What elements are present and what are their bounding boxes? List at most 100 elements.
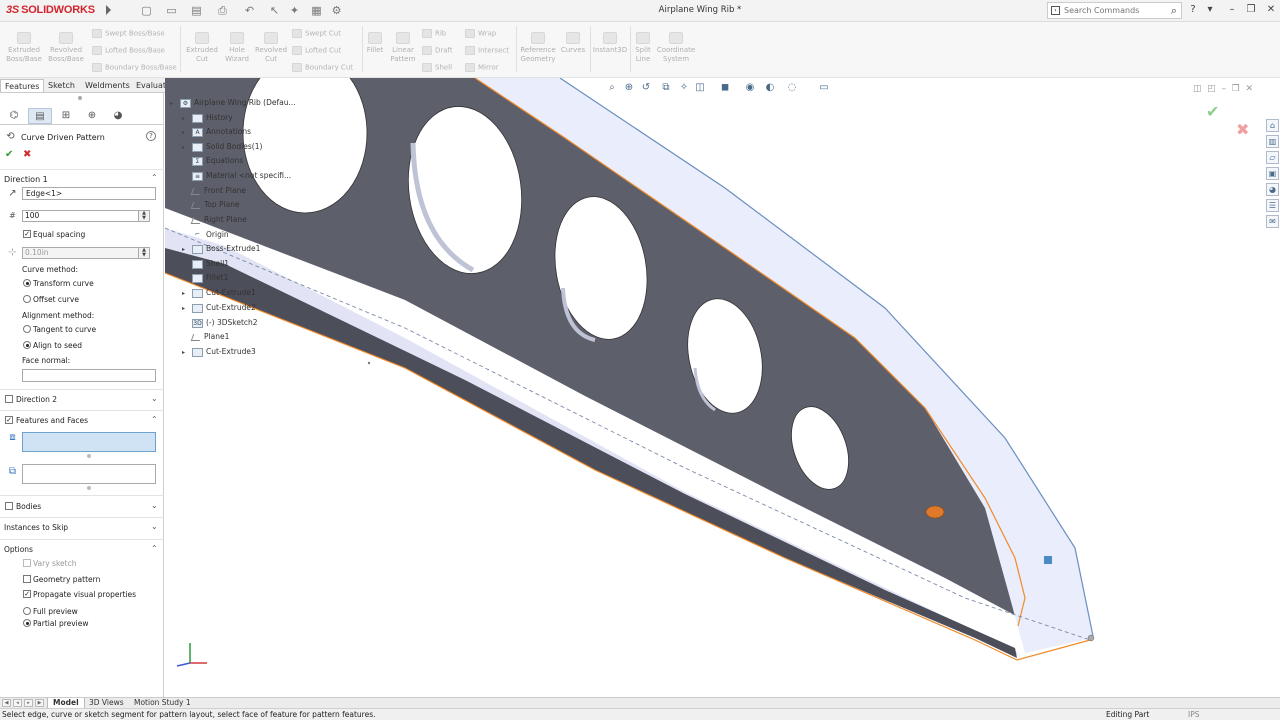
mirror-button[interactable]: Mirror (465, 63, 499, 72)
draft-button[interactable]: Draft (422, 46, 453, 55)
shell-button[interactable]: Shell (422, 63, 452, 72)
instances-field[interactable]: 100 (22, 210, 150, 222)
extruded-boss-button[interactable]: Extruded Boss/Base (6, 32, 42, 63)
tab-weldments[interactable]: Weldments (81, 79, 134, 92)
partial-preview-radio[interactable] (23, 619, 31, 627)
spacing-spinner[interactable]: ▲ ▼ (138, 247, 150, 259)
view-palette-icon[interactable]: ▣ (1266, 167, 1279, 180)
tree-root[interactable]: ▸ ⚙ Airplane Wing Rib (Defau... (170, 98, 296, 108)
open-file-icon[interactable]: ▭ (165, 4, 178, 17)
align-to-seed-radio[interactable] (23, 341, 31, 349)
collapse-caret-icon[interactable]: ⌃ (151, 173, 158, 182)
list-resize-grip[interactable] (87, 486, 91, 490)
file-explorer-icon[interactable]: ▱ (1266, 151, 1279, 164)
apply-scene-icon[interactable]: ◌ (785, 81, 799, 95)
tree-item-cut-extrude3[interactable]: ▸ Cut-Extrude3 (182, 347, 256, 357)
vary-sketch-checkbox[interactable] (23, 559, 31, 567)
close-window-icon[interactable]: ✕ (1264, 4, 1278, 15)
full-preview-radio[interactable] (23, 607, 31, 615)
direction2-header[interactable]: Direction 2 (16, 395, 57, 404)
section-view-icon[interactable]: ⧉ (659, 81, 673, 95)
revolved-boss-button[interactable]: Revolved Boss/Base (48, 32, 84, 63)
swept-boss-button[interactable]: Swept Boss/Base (92, 29, 165, 38)
pattern-direction-field[interactable]: Edge<1> (22, 187, 156, 200)
direction1-header[interactable]: Direction 1 (4, 175, 48, 184)
split-line-button[interactable]: Split Line (632, 32, 654, 63)
pattern-direction-icon[interactable]: ↗ (6, 187, 19, 200)
feature-manager-tab-icon[interactable]: ⌬ (2, 108, 26, 124)
list-resize-grip[interactable] (87, 454, 91, 458)
undo-icon[interactable]: ↶ (243, 4, 256, 17)
coordinate-system-button[interactable]: Coordinate System (656, 32, 696, 63)
face-normal-field[interactable] (22, 369, 156, 382)
forum-icon[interactable]: ✉ (1266, 215, 1279, 228)
boundary-boss-button[interactable]: Boundary Boss/Base (92, 63, 177, 72)
faces-to-pattern-list[interactable] (22, 464, 156, 484)
lofted-boss-button[interactable]: Lofted Boss/Base (92, 46, 165, 55)
tree-item-material[interactable]: ≡ Material <not specifi... (182, 171, 291, 181)
print-icon[interactable]: ⎙ (216, 4, 229, 17)
features-to-pattern-list[interactable] (22, 432, 156, 452)
propagate-visual-checkbox[interactable]: ✓ (23, 590, 31, 598)
instances-spinner[interactable]: ▲ ▼ (138, 210, 150, 222)
zoom-to-area-icon[interactable]: ⊕ (622, 81, 636, 95)
custom-properties-icon[interactable]: ☰ (1266, 199, 1279, 212)
features-faces-header[interactable]: Features and Faces (16, 416, 88, 425)
intersect-button[interactable]: Intersect (465, 46, 509, 55)
hide-show-items-icon[interactable]: ◉ (743, 81, 757, 95)
select-icon[interactable]: ↖ (268, 4, 281, 17)
search-input[interactable] (1064, 4, 1159, 17)
menu-expand-icon[interactable] (106, 5, 111, 15)
wrap-button[interactable]: Wrap (465, 29, 496, 38)
fillet-button[interactable]: Fillet (364, 32, 386, 55)
tree-item-solid-bodies[interactable]: ▸ Solid Bodies(1) (182, 142, 262, 152)
unit-system[interactable]: IPS (1188, 710, 1200, 719)
view-settings-icon[interactable]: ▭ (817, 81, 831, 95)
rebuild-icon[interactable]: ✦ (288, 4, 301, 17)
equal-spacing-checkbox[interactable]: ✓ (23, 230, 31, 238)
previous-view-icon[interactable]: ↺ (639, 81, 653, 95)
reference-geometry-button[interactable]: Reference Geometry (518, 32, 558, 63)
curves-button[interactable]: Curves (560, 32, 586, 55)
tree-item-cut-extrude1[interactable]: ▸ Cut-Extrude1 (182, 288, 256, 298)
rib-button[interactable]: Rib (422, 29, 446, 38)
help-circle-icon[interactable]: ? (146, 131, 156, 141)
first-tab-arrow-icon[interactable]: ◀ (2, 699, 11, 707)
tree-item-history[interactable]: ▸ History (182, 113, 233, 123)
features-faces-checkbox[interactable]: ✓ (5, 416, 13, 424)
ok-check-icon[interactable]: ✔ (5, 149, 13, 160)
tab-sketch[interactable]: Sketch (44, 79, 79, 92)
revolved-cut-button[interactable]: Revolved Cut (254, 32, 288, 63)
solidworks-resources-icon[interactable]: ⌂ (1266, 119, 1279, 132)
file-properties-icon[interactable]: ▦ (310, 4, 323, 17)
restore-icon[interactable]: ❐ (1244, 4, 1258, 15)
instant3d-button[interactable]: Instant3D (592, 32, 628, 55)
view-window-controls[interactable]: ◫ ◰ – ❐ ✕ (1193, 84, 1253, 94)
help-dropdown-icon[interactable]: ▾ (1203, 4, 1217, 15)
zoom-to-fit-icon[interactable]: ⌕ (605, 81, 619, 95)
expand-caret-icon[interactable]: ⌄ (151, 522, 158, 531)
search-commands-box[interactable]: › ⌕ (1047, 2, 1182, 19)
last-tab-arrow-icon[interactable]: ▶ (35, 699, 44, 707)
tree-item-cut-extrude2[interactable]: ▸ Cut-Extrude2 (182, 303, 256, 313)
tree-item-equations[interactable]: Σ Equations (182, 156, 243, 166)
tree-item-shell1[interactable]: Shell1 (182, 259, 229, 269)
display-style-icon[interactable]: ◼ (718, 81, 732, 95)
offset-curve-radio[interactable] (23, 295, 31, 303)
geometry-pattern-checkbox[interactable] (23, 575, 31, 583)
tree-item-boss-extrude1[interactable]: ▸ Boss-Extrude1 (182, 244, 260, 254)
next-tab-arrow-icon[interactable]: ▸ (24, 699, 33, 707)
configuration-manager-tab-icon[interactable]: ⊞ (54, 108, 78, 124)
options-header[interactable]: Options (4, 545, 33, 554)
tree-item-front-plane[interactable]: Front Plane (182, 186, 246, 195)
tab-features[interactable]: Features (0, 79, 45, 92)
confirm-ok-icon[interactable]: ✔ (1206, 102, 1219, 121)
boundary-cut-button[interactable]: Boundary Cut (292, 63, 353, 72)
bodies-header[interactable]: Bodies (16, 502, 41, 511)
display-manager-tab-icon[interactable]: ◕ (106, 108, 130, 124)
spacing-field[interactable]: 0.10in (22, 247, 150, 259)
options-gear-icon[interactable]: ⚙ (330, 4, 343, 17)
transform-curve-radio[interactable] (23, 279, 31, 287)
extruded-cut-button[interactable]: Extruded Cut (185, 32, 219, 63)
bodies-checkbox[interactable] (5, 502, 13, 510)
